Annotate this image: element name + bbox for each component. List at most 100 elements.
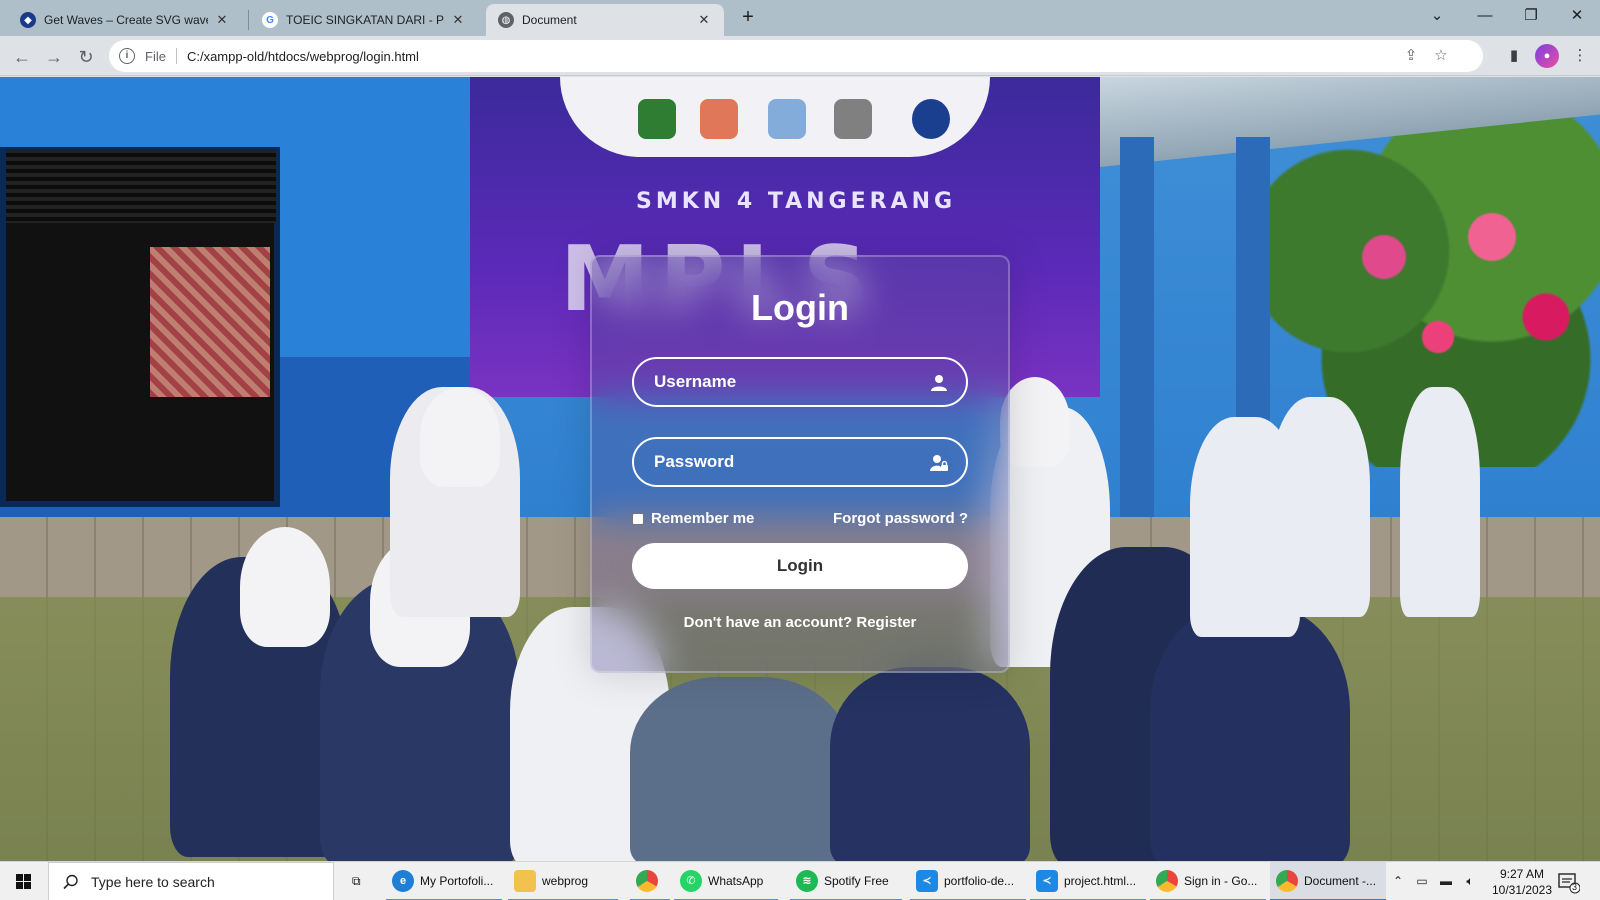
back-arrow-icon[interactable]: ← <box>8 43 36 71</box>
remember-checkbox[interactable] <box>632 513 644 525</box>
student <box>830 667 1030 861</box>
student <box>1270 397 1370 617</box>
student <box>1400 387 1480 617</box>
chrome-icon <box>636 869 658 892</box>
google-icon: G <box>262 12 278 28</box>
tab-search-chevron-icon[interactable]: ⌄ <box>1414 0 1460 32</box>
minimize-button[interactable]: — <box>1462 0 1508 32</box>
taskbar-app-label: Spotify Free <box>824 873 889 888</box>
login-title: Login <box>751 287 849 328</box>
address-bar[interactable]: i File C:/xampp-old/htdocs/webprog/login… <box>109 40 1483 72</box>
url-text[interactable]: C:/xampp-old/htdocs/webprog/login.html <box>187 49 419 64</box>
tab-separator <box>248 10 249 30</box>
username-input[interactable] <box>634 359 966 405</box>
url-scheme: File <box>145 48 166 64</box>
bookmark-star-icon[interactable]: ☆ <box>1427 40 1455 72</box>
school-emblem <box>912 99 950 139</box>
taskbar-app-label: portfolio-de... <box>944 873 1015 888</box>
notification-count: 3 <box>1572 882 1578 892</box>
forward-arrow-icon[interactable]: → <box>40 43 68 71</box>
taskbar-app-chrome[interactable] <box>630 862 670 900</box>
chevron-up-icon[interactable]: ⌃ <box>1388 862 1408 900</box>
taskbar-app-chrome-signin[interactable]: Sign in - Go... <box>1150 862 1266 900</box>
whatsapp-icon: ✆ <box>680 869 702 892</box>
forgot-password-link[interactable]: Forgot password ? <box>833 510 968 527</box>
edge-icon: e <box>392 869 414 892</box>
folder-icon <box>514 869 536 892</box>
system-clock[interactable]: 9:27 AM 10/31/2023 <box>1480 866 1564 898</box>
vscode-icon: ≺ <box>916 869 938 892</box>
tab-get-waves[interactable]: ◆ Get Waves – Create SVG waves f ✕ <box>8 4 242 36</box>
taskbar-app-vscode-2[interactable]: ≺ project.html... <box>1030 862 1146 900</box>
login-button[interactable]: Login <box>632 543 968 589</box>
register-link[interactable]: Don't have an account? Register <box>592 614 1008 631</box>
notifications-button[interactable]: 3 <box>1556 870 1581 894</box>
meet-icon[interactable]: ▭ <box>1412 862 1432 900</box>
taskbar-app-label: My Portofoli... <box>420 873 494 888</box>
tab-document[interactable]: ◍ Document ✕ <box>486 4 724 36</box>
side-panel-icon[interactable]: ▮ <box>1502 44 1526 68</box>
volume-icon[interactable]: 🔈︎ <box>1460 862 1480 900</box>
search-icon <box>63 874 78 889</box>
user-lock-icon <box>930 455 948 471</box>
taskbar-app-chrome-document[interactable]: Document -... <box>1270 862 1386 900</box>
chrome-icon <box>1156 869 1178 892</box>
student <box>240 527 330 647</box>
taskbar-app-label: webprog <box>542 873 589 888</box>
tab-strip: ◆ Get Waves – Create SVG waves f ✕ G TOE… <box>0 0 1600 36</box>
student <box>420 387 500 487</box>
windows-logo-icon <box>16 874 31 889</box>
menu-kebab-icon[interactable]: ⋮ <box>1568 44 1592 68</box>
close-icon[interactable]: ✕ <box>696 12 712 28</box>
close-icon[interactable]: ✕ <box>450 12 466 28</box>
student <box>1000 377 1070 467</box>
search-placeholder: Type here to search <box>91 873 215 890</box>
student <box>1150 607 1350 861</box>
taskbar-search[interactable]: Type here to search <box>48 862 334 900</box>
task-view-icon[interactable]: ⧉ <box>346 862 367 900</box>
curtain <box>150 247 270 397</box>
spotify-icon: ≋ <box>796 869 818 892</box>
clock-date: 10/31/2023 <box>1491 883 1553 897</box>
vokasi-logo <box>700 99 738 139</box>
vscode-icon: ≺ <box>1036 869 1058 892</box>
taskbar-app-edge[interactable]: e My Portofoli... <box>386 862 502 900</box>
taskbar-app-spotify[interactable]: ≋ Spotify Free <box>790 862 902 900</box>
battery-icon[interactable]: ▬ <box>1436 862 1456 900</box>
close-icon[interactable]: ✕ <box>214 12 230 28</box>
profile-avatar[interactable]: ● <box>1535 44 1559 68</box>
tab-toeic[interactable]: G TOEIC SINGKATAN DARI - Penel ✕ <box>250 4 478 36</box>
remember-label[interactable]: Remember me <box>651 510 754 527</box>
tab-title: Get Waves – Create SVG waves f <box>44 13 208 27</box>
kurikulum-logo <box>768 99 806 139</box>
password-input[interactable] <box>634 439 966 485</box>
username-field[interactable] <box>632 357 968 407</box>
taskbar-app-label: project.html... <box>1064 873 1137 888</box>
reload-icon[interactable]: ↻ <box>72 43 100 71</box>
student <box>630 677 850 861</box>
user-icon <box>931 375 947 391</box>
info-icon[interactable]: i <box>119 48 135 64</box>
banten-logo <box>638 99 676 139</box>
close-window-button[interactable]: ✕ <box>1554 0 1600 32</box>
tab-title: TOEIC SINGKATAN DARI - Penel <box>286 13 444 27</box>
taskbar-app-explorer[interactable]: webprog <box>508 862 618 900</box>
taskbar-app-vscode-1[interactable]: ≺ portfolio-de... <box>910 862 1026 900</box>
page-viewport: SMKN 4 TANGERANG MPLS Login Username Rem… <box>0 77 1600 861</box>
share-icon[interactable]: ⇪ <box>1397 40 1425 72</box>
chrome-icon <box>1276 869 1298 892</box>
start-button[interactable] <box>0 862 48 900</box>
vent <box>6 149 276 223</box>
new-tab-button[interactable]: + <box>736 6 760 30</box>
taskbar-app-label: WhatsApp <box>708 873 764 888</box>
password-field[interactable] <box>632 437 968 487</box>
omnibox-divider <box>175 48 177 64</box>
flowers <box>1330 197 1600 397</box>
windows-taskbar: Type here to search ⧉ e My Portofoli... … <box>0 861 1600 900</box>
taskbar-app-whatsapp[interactable]: ✆ WhatsApp <box>674 862 778 900</box>
remember-forgot-row: Remember me Forgot password ? <box>632 510 968 530</box>
login-card: Login Remember me Forgot password ? Logi… <box>590 255 1010 673</box>
banner-school-name: SMKN 4 TANGERANG <box>636 189 957 214</box>
maximize-button[interactable]: ❐ <box>1508 0 1554 32</box>
smk-logo <box>834 99 872 139</box>
